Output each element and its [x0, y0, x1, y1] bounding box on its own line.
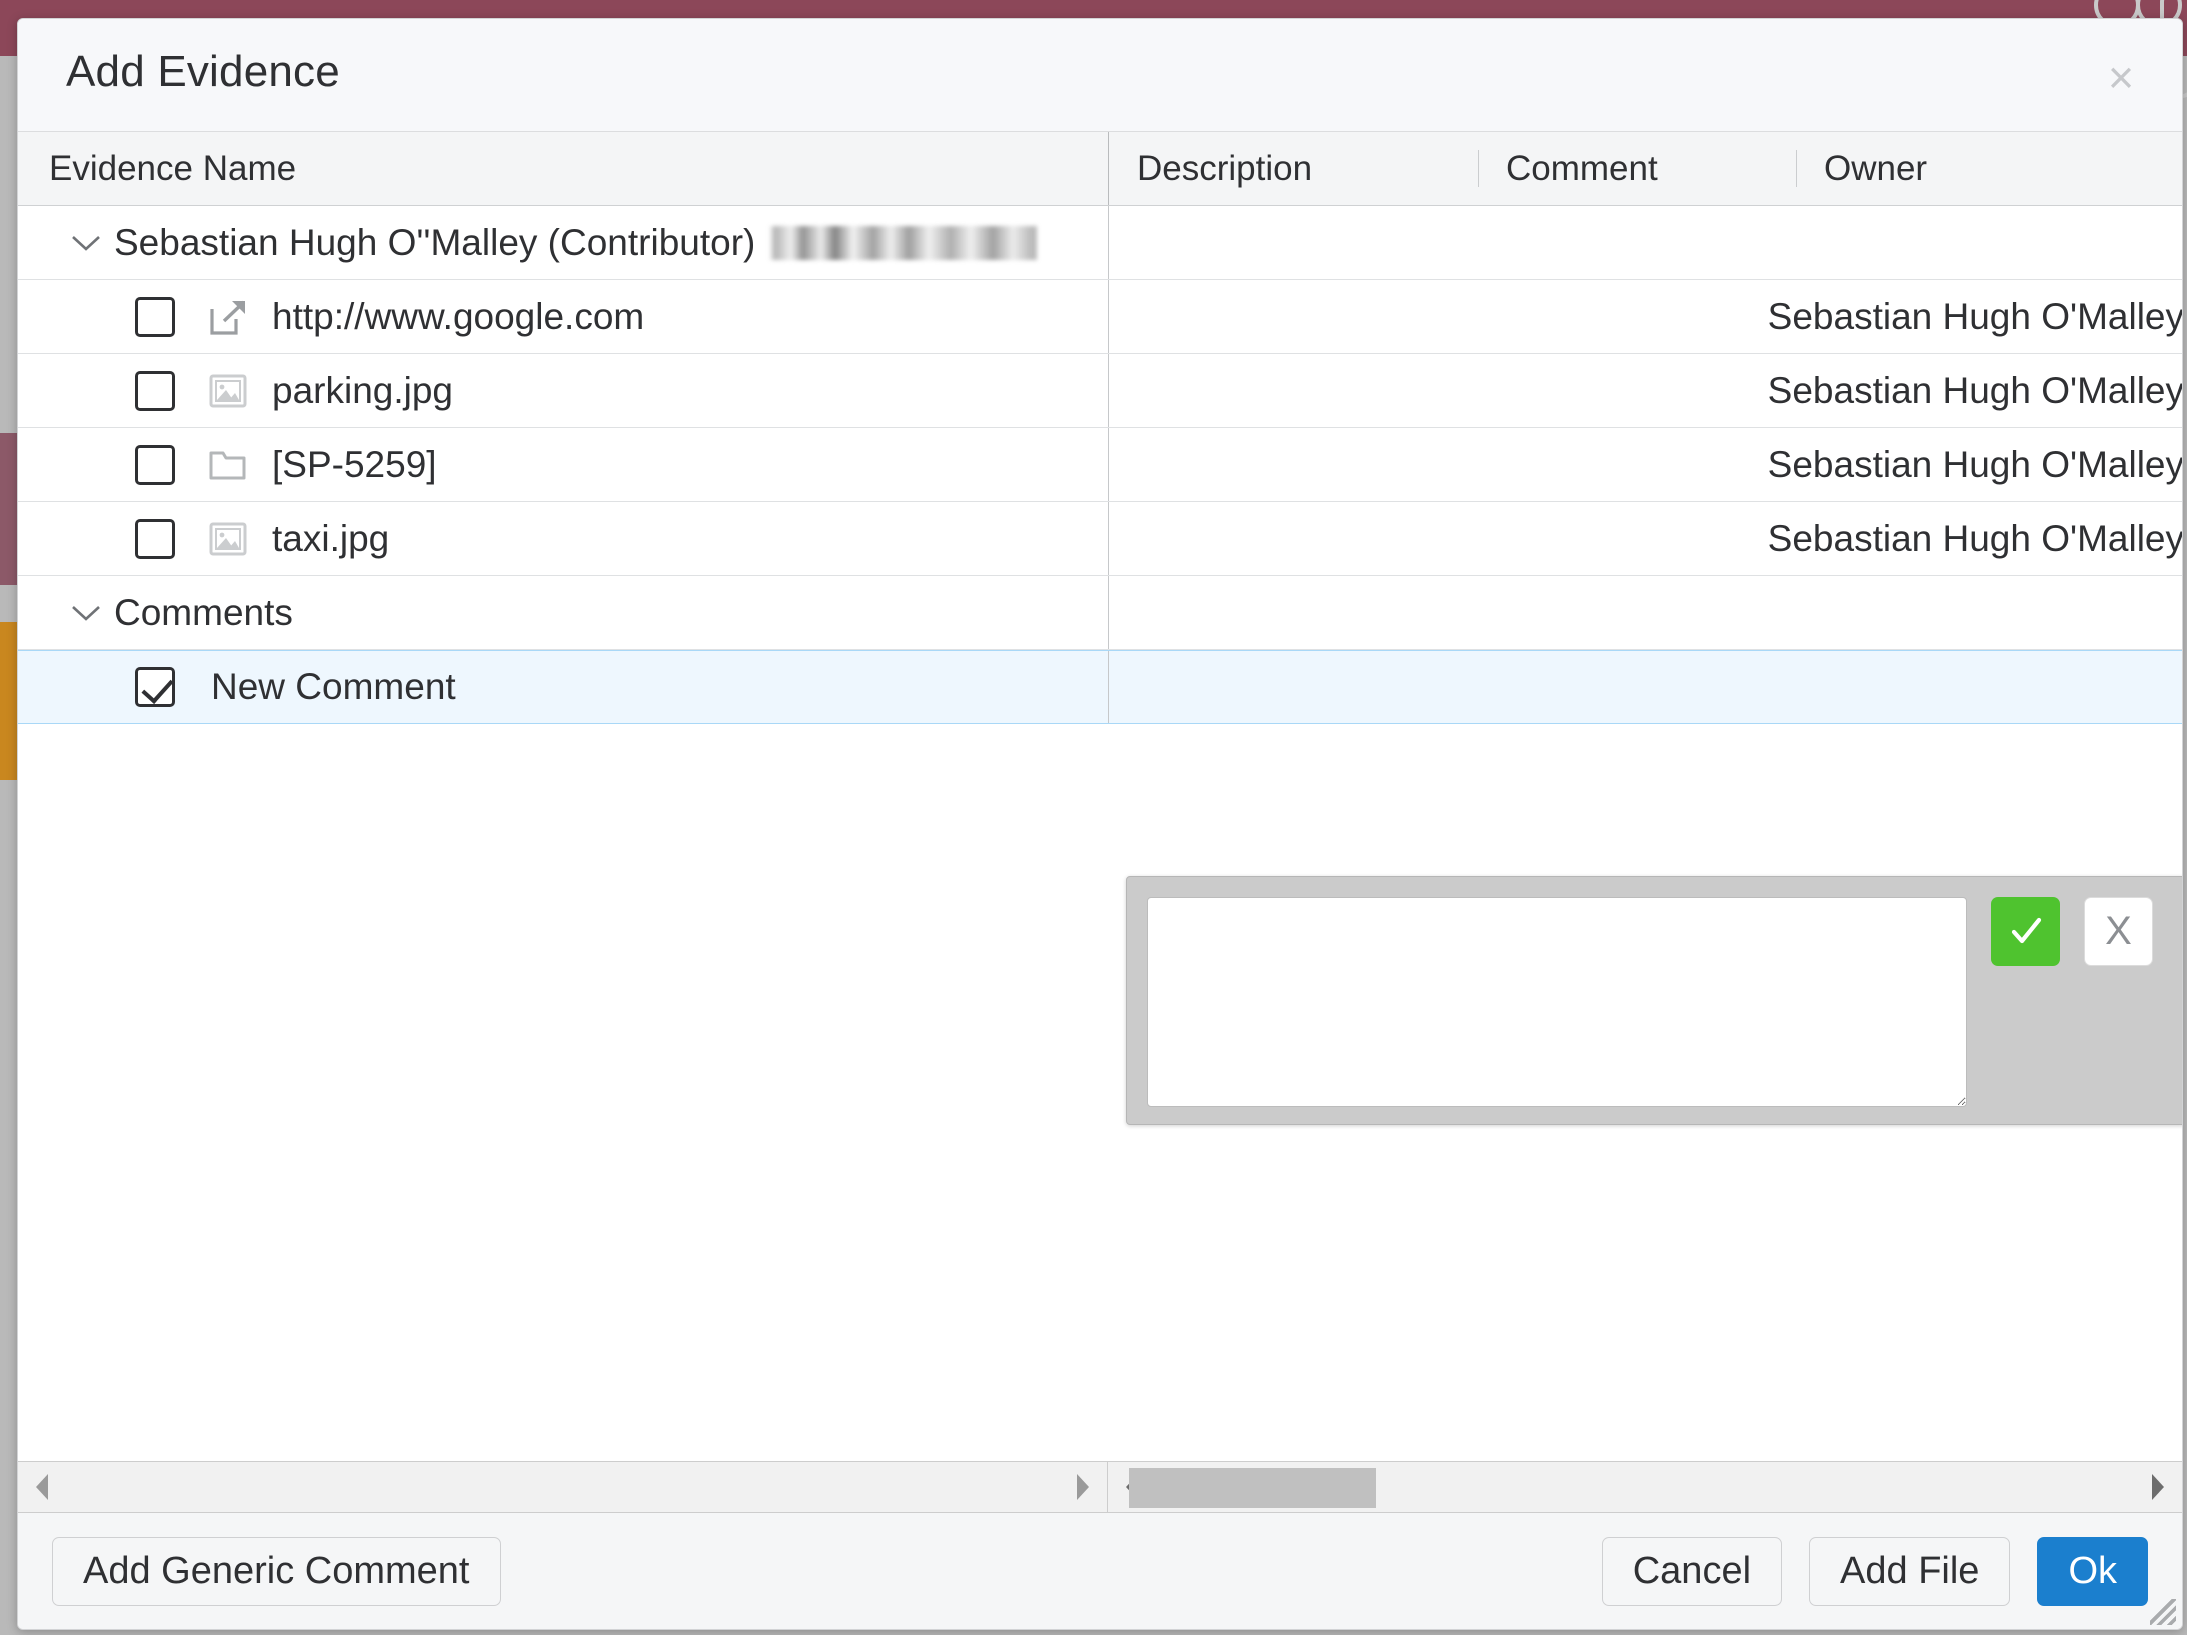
- group-header-name-cell: Sebastian Hugh O''Malley (Contributor): [18, 206, 1108, 279]
- row-checkbox[interactable]: [135, 296, 175, 337]
- row-name-cell: http://www.google.com: [18, 280, 1108, 353]
- redacted-identifier: [769, 225, 1038, 260]
- dialog-title: Add Evidence: [66, 47, 340, 96]
- ok-button[interactable]: Ok: [2037, 1536, 2148, 1606]
- row-checkbox[interactable]: [135, 518, 175, 559]
- row-owner: Sebastian Hugh O'Malley: [1767, 517, 2182, 559]
- row-checkbox[interactable]: [135, 370, 175, 411]
- confirm-comment-button[interactable]: [1991, 897, 2060, 966]
- image-icon: [206, 517, 250, 561]
- table-header-row: Evidence Name Description Comment Owner: [18, 132, 2182, 206]
- group-label: Comments: [114, 591, 293, 633]
- group-header-name-cell: Comments: [18, 576, 1108, 649]
- group-header-row[interactable]: Comments: [18, 576, 2182, 650]
- external-link-icon: [206, 295, 250, 339]
- group-label: Sebastian Hugh O''Malley (Contributor): [114, 221, 756, 263]
- image-icon: [206, 369, 250, 413]
- row-checkbox[interactable]: [135, 444, 175, 485]
- scrollbar-left-pane[interactable]: [18, 1462, 1108, 1512]
- table-row-new-comment[interactable]: New Comment: [18, 650, 2182, 724]
- cancel-comment-button[interactable]: X: [2084, 897, 2153, 966]
- row-label: taxi.jpg: [272, 517, 390, 559]
- scrollbar-right-pane[interactable]: [1108, 1462, 2182, 1512]
- evidence-table-body: Sebastian Hugh O''Malley (Contributor) h…: [18, 206, 2182, 1461]
- row-name-cell: taxi.jpg: [18, 502, 1108, 575]
- row-label: http://www.google.com: [272, 295, 645, 337]
- add-generic-comment-button[interactable]: Add Generic Comment: [52, 1536, 501, 1606]
- column-header-comment[interactable]: Comment: [1478, 132, 1796, 205]
- scrollbar-thumb[interactable]: [1129, 1468, 1377, 1508]
- column-header-evidence-name[interactable]: Evidence Name: [18, 132, 1108, 205]
- add-file-button[interactable]: Add File: [1809, 1536, 2011, 1606]
- scroll-right-arrow-icon[interactable]: [2138, 1462, 2176, 1512]
- dialog-footer: Add Generic Comment Cancel Add File Ok: [18, 1513, 2182, 1629]
- close-icon[interactable]: ×: [2095, 52, 2147, 104]
- row-label: [SP-5259]: [272, 443, 437, 485]
- folder-icon: [206, 443, 250, 487]
- row-owner: Sebastian Hugh O'Malley: [1767, 295, 2182, 337]
- row-name-cell: parking.jpg: [18, 354, 1108, 427]
- table-row[interactable]: taxi.jpg Sebastian Hugh O'Malley: [18, 502, 2182, 576]
- group-header-rest-cell: [1108, 576, 2182, 649]
- row-label: New Comment: [211, 666, 456, 707]
- row-name-cell: New Comment: [18, 651, 1108, 723]
- chevron-down-icon[interactable]: [64, 234, 108, 252]
- dialog-titlebar: Add Evidence ×: [18, 19, 2182, 132]
- row-rest-cell: [1108, 651, 2182, 723]
- table-row[interactable]: http://www.google.com Sebastian Hugh O'M…: [18, 280, 2182, 354]
- group-header-rest-cell: [1108, 206, 2182, 279]
- scroll-left-arrow-icon[interactable]: [24, 1462, 62, 1512]
- row-label: parking.jpg: [272, 369, 454, 411]
- horizontal-scrollbars: [18, 1461, 2182, 1513]
- chevron-down-icon[interactable]: [64, 604, 108, 622]
- cancel-button[interactable]: Cancel: [1601, 1536, 1783, 1606]
- add-evidence-dialog: Add Evidence × Evidence Name Description…: [17, 18, 2183, 1630]
- comment-textarea[interactable]: [1147, 897, 1967, 1107]
- scroll-right-arrow-icon[interactable]: [1063, 1462, 1101, 1512]
- row-rest-cell: Sebastian Hugh O'Malley: [1108, 354, 2182, 427]
- comment-editor-popup: X: [1126, 876, 2182, 1125]
- row-rest-cell: Sebastian Hugh O'Malley: [1108, 428, 2182, 501]
- row-owner: Sebastian Hugh O'Malley: [1767, 369, 2182, 411]
- row-checkbox[interactable]: [135, 667, 175, 707]
- group-header-row[interactable]: Sebastian Hugh O''Malley (Contributor): [18, 206, 2182, 280]
- resize-grip-icon[interactable]: [2150, 1599, 2176, 1625]
- row-owner: Sebastian Hugh O'Malley: [1767, 443, 2182, 485]
- column-header-description[interactable]: Description: [1108, 132, 1478, 205]
- column-header-owner[interactable]: Owner: [1796, 132, 2182, 205]
- table-row[interactable]: parking.jpg Sebastian Hugh O'Malley: [18, 354, 2182, 428]
- table-row[interactable]: [SP-5259] Sebastian Hugh O'Malley: [18, 428, 2182, 502]
- row-name-cell: [SP-5259]: [18, 428, 1108, 501]
- row-rest-cell: Sebastian Hugh O'Malley: [1108, 280, 2182, 353]
- row-rest-cell: Sebastian Hugh O'Malley: [1108, 502, 2182, 575]
